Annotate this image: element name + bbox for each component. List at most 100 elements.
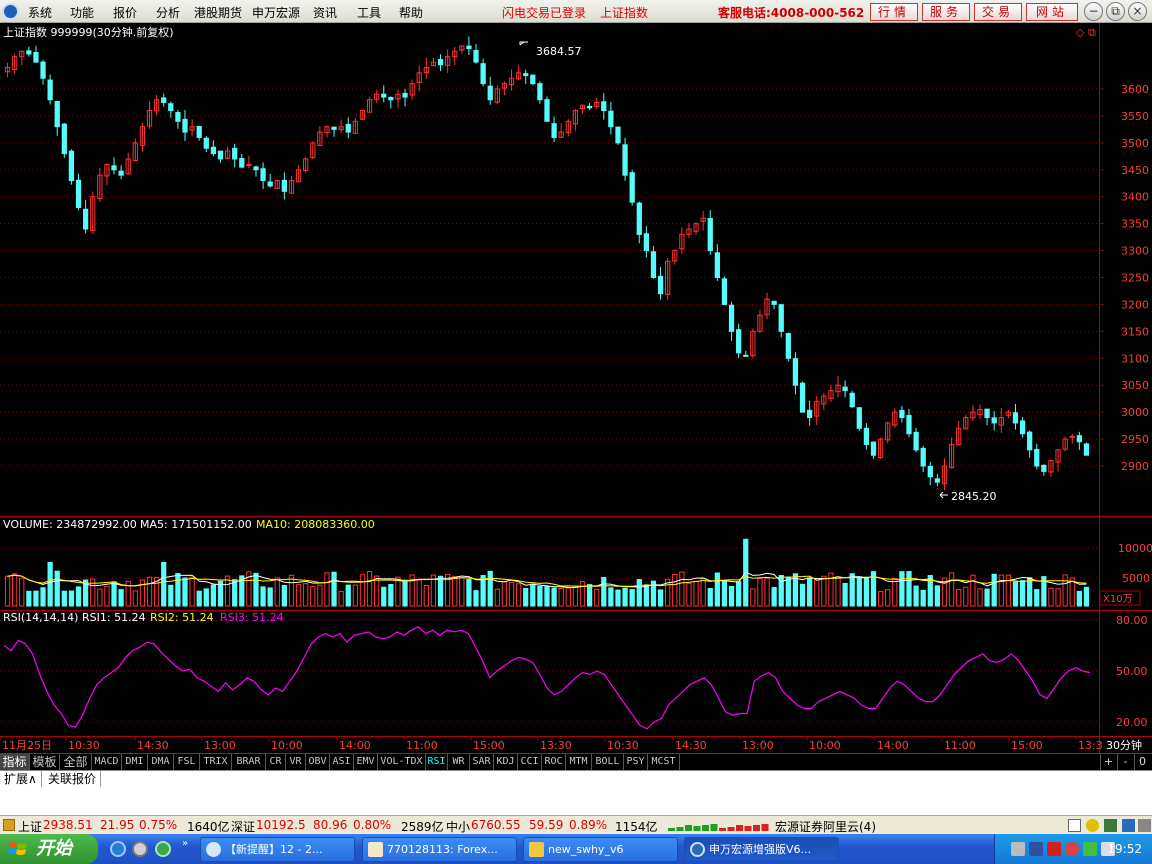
candle-body: [544, 99, 550, 122]
period-label[interactable]: 30分钟: [1106, 738, 1142, 752]
tray-media-icon[interactable]: [1083, 842, 1097, 856]
tray-keyboard-icon[interactable]: [1011, 842, 1025, 856]
indicator-tab-voltdx[interactable]: VOL-TDX: [378, 754, 426, 771]
volume-bar: [814, 579, 820, 607]
candle-body: [714, 252, 720, 279]
zx-amount: 1154亿: [615, 820, 658, 834]
taskbar-item-folder[interactable]: new_swhy_v6: [523, 837, 678, 862]
indicator-tab-kdj[interactable]: KDJ: [494, 754, 518, 771]
swhy-app-icon: [690, 842, 705, 857]
indicator-tab-asi[interactable]: ASI: [330, 754, 354, 771]
tab-template[interactable]: 模板: [30, 754, 60, 771]
taskbar-item-forum[interactable]: 【新提醒】12 - 2...: [200, 837, 355, 862]
indicator-tab-emv[interactable]: EMV: [354, 754, 378, 771]
indicator-tab-dmi[interactable]: DMI: [122, 754, 148, 771]
indicator-tab-rsi[interactable]: RSI: [426, 754, 448, 771]
taskbar-item-swhy[interactable]: 申万宏源增强版V6...: [684, 837, 839, 862]
time-tick: 14:00: [877, 739, 909, 752]
chart-area[interactable]: 3600 3550 3500 3450 3400 3350 3300 3250 3200 3150…: [0, 23, 1152, 753]
network-icon[interactable]: [1122, 819, 1135, 832]
media-icon[interactable]: [155, 841, 171, 857]
volume-bar: [4, 575, 11, 607]
indicator-tab-boll[interactable]: BOLL: [592, 754, 624, 771]
indicator-tab-psy[interactable]: PSY: [624, 754, 648, 771]
kline-chart[interactable]: 3600 3550 3500 3450 3400 3350 3300 3250 3200 3150…: [0, 23, 1152, 753]
index-link[interactable]: 上证指数: [600, 4, 648, 21]
service-hotline: 客服电话:4008-000-562: [718, 6, 865, 20]
volume-bar: [785, 576, 791, 607]
indicator-tab-sar[interactable]: SAR: [470, 754, 494, 771]
indicator-tab-mcst[interactable]: MCST: [648, 754, 680, 771]
server-name[interactable]: 宏源证券阿里云(4): [775, 818, 876, 835]
app-logo-icon[interactable]: [2, 3, 19, 20]
indicator-tab-fsl[interactable]: FSL: [174, 754, 200, 771]
expand-tab[interactable]: 扩展∧: [0, 771, 42, 788]
indicator-tab-mtm[interactable]: MTM: [566, 754, 592, 771]
close-button[interactable]: ×: [1128, 2, 1147, 21]
menu-system[interactable]: 系统: [28, 4, 52, 21]
chart-maximize-icon[interactable]: ⧉: [1088, 26, 1096, 39]
menu-help[interactable]: 帮助: [399, 4, 423, 21]
menu-function[interactable]: 功能: [70, 4, 94, 21]
sh-value: 2938.51: [43, 818, 93, 832]
candle-body: [934, 478, 941, 483]
indicator-tab-vr[interactable]: VR: [286, 754, 306, 771]
trade-button[interactable]: 交易: [974, 3, 1022, 21]
bulb-icon[interactable]: [1086, 819, 1099, 832]
indicator-tab-obv[interactable]: OBV: [306, 754, 330, 771]
candle-body: [736, 329, 742, 354]
indicator-tab-trix[interactable]: TRIX: [200, 754, 232, 771]
zoom-in-button[interactable]: +: [1100, 754, 1116, 771]
market-button[interactable]: 行情: [870, 3, 918, 21]
indicator-tab-cr[interactable]: CR: [266, 754, 286, 771]
folder-icon: [529, 842, 544, 857]
indicator-tab-dma[interactable]: DMA: [148, 754, 174, 771]
menu-news[interactable]: 资讯: [313, 4, 337, 21]
taskbar-item-forex[interactable]: 770128113: Forex...: [362, 837, 517, 862]
network-quick-icon[interactable]: [132, 841, 148, 857]
volume-bar: [899, 571, 905, 607]
tab-all[interactable]: 全部: [60, 754, 92, 771]
chart-options-icon[interactable]: ◇: [1076, 26, 1085, 39]
menu-analysis[interactable]: 分析: [156, 4, 180, 21]
candle-body: [870, 441, 877, 456]
tray-help-icon[interactable]: [1029, 842, 1043, 856]
indicator-tab-macd[interactable]: MACD: [92, 754, 122, 771]
menu-hk-futures[interactable]: 港股期货: [194, 4, 242, 21]
doc-icon: [368, 842, 383, 857]
tray-antivirus-icon[interactable]: [1065, 842, 1079, 856]
status-icon[interactable]: [3, 819, 15, 831]
indicator-tab-wr[interactable]: WR: [448, 754, 470, 771]
system-tray: 19:52: [994, 834, 1152, 864]
volume-bar: [558, 587, 564, 607]
menu-tools[interactable]: 工具: [357, 4, 381, 21]
restore-button[interactable]: ⧉: [1106, 2, 1125, 21]
website-button[interactable]: 网站: [1026, 3, 1078, 21]
ie-icon[interactable]: [110, 841, 126, 857]
indicator-tab-roc[interactable]: ROC: [542, 754, 566, 771]
volume-bar: [161, 562, 167, 607]
candle-body: [657, 275, 664, 295]
start-button[interactable]: 开始: [0, 834, 98, 864]
trade-login-status[interactable]: 闪电交易已登录: [502, 4, 586, 21]
tab-indicator[interactable]: 指标: [0, 754, 30, 771]
lock-icon[interactable]: [1138, 819, 1151, 832]
service-button[interactable]: 服务: [922, 3, 970, 21]
signal-icon[interactable]: [1104, 819, 1117, 832]
clock[interactable]: 19:52: [1107, 842, 1142, 856]
indicator-tab-cci[interactable]: CCI: [518, 754, 542, 771]
menu-swhy[interactable]: 申万宏源: [252, 4, 300, 21]
tray-security-icon[interactable]: [1047, 842, 1061, 856]
volume-bar: [551, 587, 557, 607]
volume-bar: [118, 589, 124, 607]
related-quotes-tab[interactable]: 关联报价: [44, 771, 102, 788]
minimize-button[interactable]: −: [1084, 2, 1103, 21]
indicator-tab-brar[interactable]: BRAR: [232, 754, 266, 771]
volume-bar: [963, 586, 969, 607]
zoom-out-button[interactable]: -: [1117, 754, 1133, 771]
window-icon[interactable]: [1068, 819, 1081, 832]
quicklaunch-chevron-icon[interactable]: »: [182, 838, 188, 849]
candle-body: [650, 251, 657, 279]
menu-quote[interactable]: 报价: [113, 4, 137, 21]
reset-button[interactable]: 0: [1134, 754, 1150, 771]
